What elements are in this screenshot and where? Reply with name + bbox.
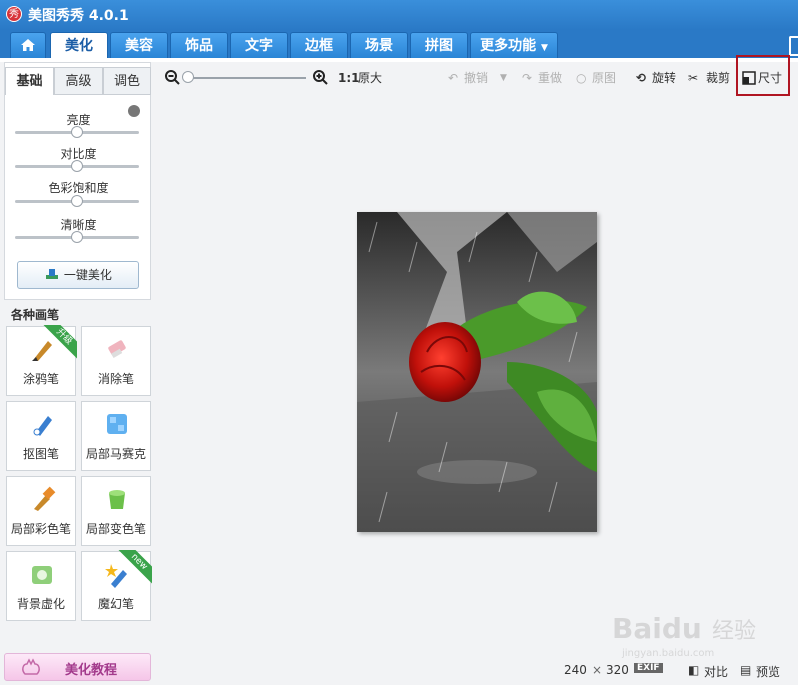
eraser-icon [108, 340, 126, 359]
main-tab-bar: 美化 美容 饰品 文字 边框 场景 拼图 更多功能 ▼ [0, 30, 798, 58]
new-badge: new [118, 550, 152, 584]
magic-brush-button[interactable]: new 魔幻笔 [81, 550, 152, 621]
tab-makeup[interactable]: 美容 [110, 32, 168, 58]
app-title: 美图秀秀 4.0.1 [28, 8, 129, 24]
tutorial-label: 美化教程 [65, 663, 118, 678]
undo-icon[interactable]: ↶ [448, 70, 458, 86]
tab-text[interactable]: 文字 [230, 32, 288, 58]
tab-scene[interactable]: 场景 [350, 32, 408, 58]
original-image-button[interactable]: 原图 [592, 70, 616, 86]
brightness-slider-handle[interactable] [71, 126, 83, 138]
tab-more-functions[interactable]: 更多功能 ▼ [470, 32, 558, 58]
rotate-icon[interactable]: ⟲ [636, 70, 646, 86]
paint-bucket-icon [109, 490, 125, 509]
title-bar: 秀 美图秀秀 4.0.1 [0, 0, 798, 30]
magic-brush-label: 魔幻笔 [97, 597, 134, 611]
hands-icon [22, 658, 40, 675]
zoom-slider-handle[interactable] [182, 71, 194, 83]
subtab-color[interactable]: 调色 [103, 67, 151, 95]
scissors-icon[interactable]: ✂ [688, 70, 698, 86]
image-width: 240 [564, 663, 587, 677]
zoom-slider[interactable] [188, 77, 306, 79]
original-image-icon[interactable]: ○ [576, 70, 586, 86]
home-icon [21, 39, 35, 51]
subtab-advanced[interactable]: 高级 [54, 67, 103, 95]
blur-photo-icon [32, 566, 52, 584]
paint-brush-icon [34, 486, 56, 511]
redo-icon[interactable]: ↷ [522, 70, 532, 86]
background-blur-label: 背景虚化 [16, 597, 65, 611]
one-key-beautify-label: 一键美化 [63, 268, 112, 282]
contrast-slider-handle[interactable] [71, 160, 83, 172]
original-size-button[interactable]: 原大 [358, 70, 382, 86]
subtab-basic[interactable]: 基础 [5, 67, 54, 95]
doodle-brush-button[interactable]: 升级 涂鸦笔 [6, 325, 77, 396]
slider-label-saturation: 色彩饱和度 [48, 181, 109, 195]
baidu-watermark-logo: Baidu 经验 jingyan.baidu.com [612, 612, 756, 659]
recolor-brush-label: 局部变色笔 [85, 522, 146, 536]
recolor-brush-button[interactable]: 局部变色笔 [81, 476, 151, 546]
cutout-brush-button[interactable]: 抠图笔 [6, 401, 76, 471]
adjust-panel: 基础 高级 调色 亮度 对比度 色彩饱和度 清晰度 一键美化 [4, 62, 151, 300]
rotate-button[interactable]: 旋转 [652, 70, 676, 86]
svg-text:Baidu: Baidu [612, 612, 702, 645]
window-corner-icon[interactable] [789, 36, 798, 56]
tab-collage[interactable]: 拼图 [410, 32, 468, 58]
eraser-brush-button[interactable]: 消除笔 [81, 326, 151, 396]
status-bar: 240 × 320 EXIF ◧ 对比 ▤ 预览 [560, 660, 798, 680]
compare-icon[interactable]: ◧ [688, 663, 699, 677]
mosaic-brush-button[interactable]: 局部马赛克 [81, 401, 151, 471]
undo-dropdown-icon[interactable]: ▼ [500, 70, 507, 86]
redo-button[interactable]: 重做 [538, 70, 562, 86]
color-brush-button[interactable]: 局部彩色笔 [6, 476, 76, 546]
background-blur-button[interactable]: 背景虚化 [6, 551, 76, 621]
magic-hat-icon [46, 269, 59, 279]
tab-border[interactable]: 边框 [290, 32, 348, 58]
cutout-brush-label: 抠图笔 [22, 447, 59, 461]
exif-button[interactable]: EXIF [634, 663, 663, 673]
mosaic-brush-label: 局部马赛克 [85, 447, 146, 461]
dimension-separator: × [592, 663, 603, 677]
upgrade-badge: 升级 [43, 325, 77, 359]
eraser-brush-label: 消除笔 [97, 372, 134, 386]
tab-beautify[interactable]: 美化 [50, 32, 108, 58]
actual-size-ratio[interactable]: 1:1 [338, 70, 360, 86]
toolbar: 1:1 原大 ↶ 撤销 ▼ ↷ 重做 ○ 原图 ⟲ 旋转 ✂ 裁剪 尺寸 [158, 64, 798, 92]
doodle-brush-label: 涂鸦笔 [22, 372, 59, 386]
app-logo-icon: 秀 [6, 6, 22, 22]
photo-canvas[interactable] [357, 212, 597, 532]
preview-button[interactable]: 预览 [756, 663, 780, 680]
home-tab[interactable] [10, 32, 46, 58]
chevron-down-icon: ▼ [540, 43, 548, 53]
crop-button[interactable]: 裁剪 [706, 70, 730, 86]
tutorial-button[interactable]: 美化教程 [4, 653, 151, 681]
mosaic-icon [107, 414, 127, 434]
tab-more-label: 更多功能 [480, 38, 537, 54]
image-height: 320 [606, 663, 629, 677]
size-highlight-frame [736, 55, 790, 96]
tab-accessories[interactable]: 饰品 [170, 32, 228, 58]
undo-button[interactable]: 撤销 [464, 70, 488, 86]
svg-text:经验: 经验 [712, 619, 756, 644]
svg-text:jingyan.baidu.com: jingyan.baidu.com [621, 648, 714, 659]
preview-icon[interactable]: ▤ [740, 663, 751, 677]
zoom-in-icon[interactable] [312, 69, 328, 85]
color-brush-label: 局部彩色笔 [10, 522, 71, 536]
brushes-section-title: 各种画笔 [11, 308, 60, 322]
saturation-slider-handle[interactable] [71, 195, 83, 207]
sharpness-slider-handle[interactable] [71, 231, 83, 243]
one-key-beautify-button[interactable]: 一键美化 [17, 261, 139, 289]
cutout-pen-icon [33, 416, 52, 436]
zoom-out-icon[interactable] [164, 69, 180, 85]
compare-button[interactable]: 对比 [704, 663, 728, 680]
